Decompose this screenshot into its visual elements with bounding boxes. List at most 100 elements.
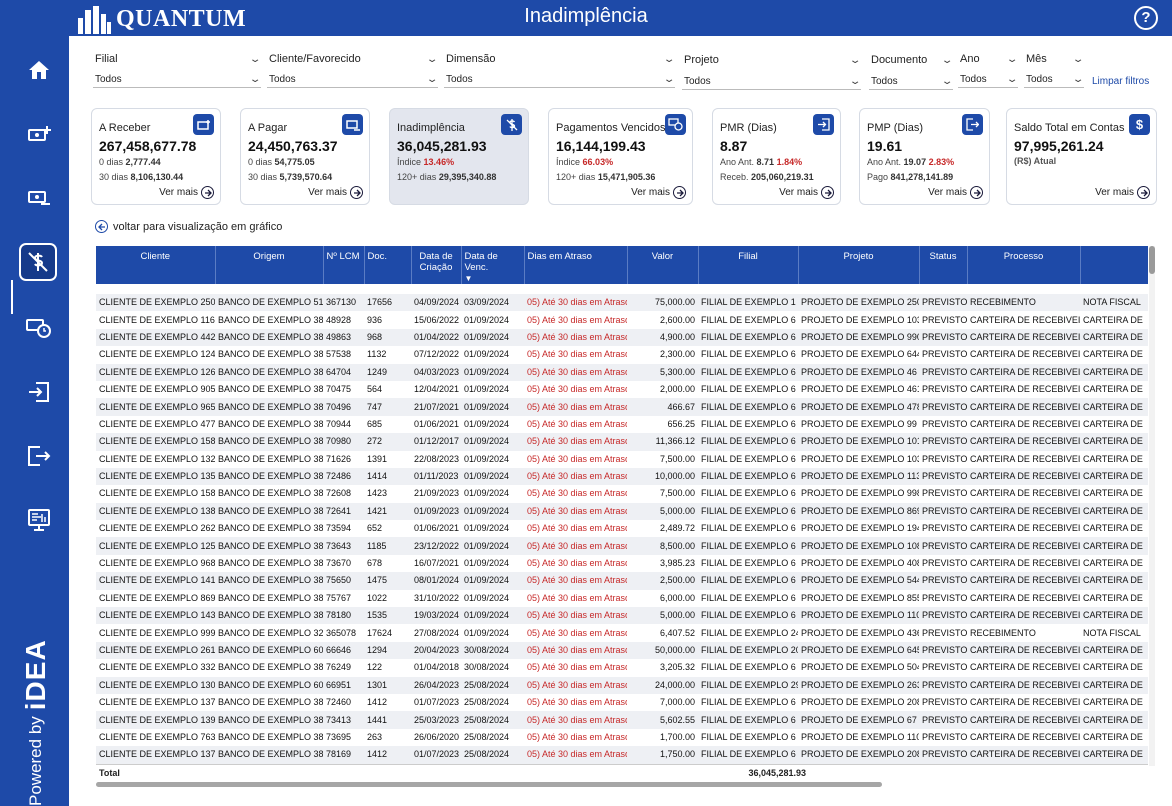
col-cliente[interactable]: Cliente [96, 246, 216, 284]
table-row[interactable]: CLIENTE DE EXEMPLO 1164 BANCO DE EXEMPLO … [96, 311, 1148, 329]
cell-doc: 272 [364, 433, 411, 451]
filter-filial-select[interactable]: Todos ⌄ [93, 71, 261, 88]
card-pagamentos-vencidos[interactable]: Pagamentos Vencidos 16,144,199.43 Índice… [548, 108, 693, 205]
filter-cliente-select[interactable]: Todos ⌄ [267, 71, 438, 88]
nav-default[interactable] [19, 243, 57, 281]
table-row[interactable]: CLIENTE DE EXEMPLO 968 BANCO DE EXEMPLO 3… [96, 554, 1148, 573]
see-more-link[interactable]: Ver mais [159, 186, 214, 199]
filter-documento-select[interactable]: Todos ⌄ [869, 73, 953, 90]
vertical-scrollbar[interactable] [1149, 246, 1155, 766]
card-detail-1: Ano Ant. 19.07 2.83% [867, 157, 955, 167]
card-pmp[interactable]: PMP (Dias) 19.61 Ano Ant. 19.07 2.83% Pa… [859, 108, 990, 205]
cell-processo: CARTEIRA DE RECEBIVEIS [967, 554, 1080, 573]
cell-doc: 564 [364, 380, 411, 399]
table-row[interactable]: CLIENTE DE EXEMPLO 869 BANCO DE EXEMPLO 3… [96, 589, 1148, 608]
col-lcm[interactable]: Nº LCM [323, 246, 365, 284]
clear-filters-link[interactable]: Limpar filtros [1092, 76, 1149, 87]
cell-processo: CARTEIRA DE RECEBIVEIS [967, 589, 1080, 608]
table-row[interactable]: CLIENTE DE EXEMPLO 1438 BANCO DE EXEMPLO … [96, 607, 1148, 625]
table-row[interactable]: CLIENTE DE EXEMPLO 477 BANCO DE EXEMPLO 3… [96, 415, 1148, 434]
card-receber[interactable]: A Receber 267,458,677.78 0 dias 2,777.44… [91, 108, 221, 205]
table-row[interactable]: CLIENTE DE EXEMPLO 158 BANCO DE EXEMPLO 3… [96, 485, 1148, 503]
nav-overdue-payments[interactable] [22, 311, 56, 345]
horizontal-scrollbar[interactable] [96, 782, 882, 787]
table-row[interactable]: CLIENTE DE EXEMPLO 261 BANCO DE EXEMPLO 6… [96, 641, 1148, 660]
cell-valor: 5,000.00 [627, 502, 698, 521]
help-button[interactable]: ? [1134, 6, 1158, 30]
col-projeto[interactable]: Projeto [798, 246, 920, 284]
table-row[interactable]: CLIENTE DE EXEMPLO 965 BANCO DE EXEMPLO 3… [96, 398, 1148, 416]
table-row[interactable]: CLIENTE DE EXEMPLO 1350 BANCO DE EXEMPLO … [96, 467, 1148, 486]
table-row[interactable]: CLIENTE DE EXEMPLO 250 BANCO DE EXEMPLO 5… [96, 294, 1148, 312]
filter-dimensao-select[interactable]: Todos ⌄ [444, 71, 675, 88]
table-row[interactable]: CLIENTE DE EXEMPLO 1376 BANCO DE EXEMPLO … [96, 746, 1148, 764]
table-row[interactable]: CLIENTE DE EXEMPLO 999 BANCO DE EXEMPLO 3… [96, 624, 1148, 642]
card-pagar[interactable]: A Pagar 24,450,763.37 0 dias 54,775.05 3… [240, 108, 370, 205]
cell-origem: BANCO DE EXEMPLO 38 [215, 572, 323, 590]
see-more-link[interactable]: Ver mais [308, 186, 363, 199]
nav-home[interactable] [22, 53, 56, 87]
cell-origem: BANCO DE EXEMPLO 38 [215, 450, 323, 468]
card-inadimplencia[interactable]: Inadimplência 36,045,281.93 Índice 13.46… [389, 108, 529, 205]
table-row[interactable]: CLIENTE DE EXEMPLO 1382 BANCO DE EXEMPLO … [96, 502, 1148, 521]
table-row[interactable]: CLIENTE DE EXEMPLO 262 BANCO DE EXEMPLO 3… [96, 520, 1148, 538]
col-origem[interactable]: Origem [215, 246, 324, 284]
see-more-link[interactable]: Ver mais [928, 186, 983, 199]
col-data-criacao[interactable]: Data de Criação [411, 246, 462, 284]
table-row[interactable]: CLIENTE DE EXEMPLO 1410 BANCO DE EXEMPLO … [96, 572, 1148, 590]
nav-pmr[interactable] [22, 375, 56, 409]
nav-pmp[interactable] [22, 439, 56, 473]
table-row[interactable]: CLIENTE DE EXEMPLO 1376 BANCO DE EXEMPLO … [96, 693, 1148, 712]
back-to-chart-link[interactable]: voltar para visualização em gráfico [95, 220, 282, 233]
col-valor[interactable]: Valor [627, 246, 699, 284]
chevron-down-icon[interactable]: ⌄ [941, 53, 954, 69]
arrow-right-icon [1137, 186, 1150, 199]
table-row[interactable]: CLIENTE DE EXEMPLO 158 BANCO DE EXEMPLO 3… [96, 433, 1148, 451]
chevron-down-icon[interactable]: ⌄ [426, 52, 439, 68]
card-detail-1: Ano Ant. 8.71 1.84% [720, 157, 803, 167]
table-row[interactable]: CLIENTE DE EXEMPLO 1391 BANCO DE EXEMPLO … [96, 711, 1148, 729]
cell-dias-atraso: 05) Até 30 dias em Atraso [524, 676, 627, 694]
chevron-down-icon[interactable]: ⌄ [1006, 52, 1019, 68]
table-row[interactable]: CLIENTE DE EXEMPLO 332 BANCO DE EXEMPLO 3… [96, 659, 1148, 677]
scroll-thumb[interactable] [1149, 246, 1155, 274]
cell-data-venc: 01/09/2024 [461, 607, 524, 625]
col-processo[interactable]: Processo [967, 246, 1081, 284]
nav-receivable[interactable] [22, 117, 56, 151]
cell-dias-atraso: 05) Até 30 dias em Atraso [524, 659, 627, 677]
see-more-link[interactable]: Ver mais [631, 186, 686, 199]
col-extra[interactable] [1080, 246, 1148, 284]
cell-lcm: 66646 [323, 641, 364, 660]
col-dias-atraso[interactable]: Dias em Atraso [524, 246, 628, 284]
card-saldo-total[interactable]: Saldo Total em Contas 97,995,261.24 (R$)… [1006, 108, 1157, 205]
cell-cliente: CLIENTE DE EXEMPLO 1329 [96, 450, 215, 468]
chevron-down-icon[interactable]: ⌄ [663, 52, 676, 68]
table-row[interactable]: CLIENTE DE EXEMPLO 442 BANCO DE EXEMPLO 3… [96, 328, 1148, 347]
table-row[interactable]: CLIENTE DE EXEMPLO 1329 BANCO DE EXEMPLO … [96, 450, 1148, 468]
nav-monitor[interactable] [22, 503, 56, 537]
see-more-link[interactable]: Ver mais [1095, 186, 1150, 199]
cell-filial: FILIAL DE EXEMPLO 6 [698, 450, 798, 468]
cell-filial: FILIAL DE EXEMPLO 6 [698, 659, 798, 677]
col-status[interactable]: Status [919, 246, 968, 284]
table-row[interactable]: CLIENTE DE EXEMPLO 1267 BANCO DE EXEMPLO … [96, 363, 1148, 381]
chevron-down-icon[interactable]: ⌄ [849, 53, 862, 69]
col-doc[interactable]: Doc. [364, 246, 412, 284]
filter-ano-select[interactable]: Todos ⌄ [958, 71, 1018, 88]
cell-projeto: PROJETO DE EXEMPLO 263 [798, 676, 919, 694]
filter-mes-select[interactable]: Todos ⌄ [1024, 71, 1084, 88]
nav-payable[interactable] [22, 181, 56, 215]
table-row[interactable]: CLIENTE DE EXEMPLO 1309 BANCO DE EXEMPLO … [96, 676, 1148, 694]
cell-cliente: CLIENTE DE EXEMPLO 477 [96, 415, 215, 434]
col-filial[interactable]: Filial [698, 246, 799, 284]
table-row[interactable]: CLIENTE DE EXEMPLO 1251 BANCO DE EXEMPLO … [96, 537, 1148, 555]
chevron-down-icon[interactable]: ⌄ [249, 52, 262, 68]
table-row[interactable]: CLIENTE DE EXEMPLO 1243 BANCO DE EXEMPLO … [96, 346, 1148, 364]
filter-projeto-select[interactable]: Todos ⌄ [682, 73, 861, 90]
see-more-link[interactable]: Ver mais [779, 186, 834, 199]
table-row[interactable]: CLIENTE DE EXEMPLO 905 BANCO DE EXEMPLO 3… [96, 380, 1148, 399]
col-data-venc[interactable]: Data de Venc. ▼ [461, 246, 525, 284]
table-row[interactable]: CLIENTE DE EXEMPLO 763 BANCO DE EXEMPLO 3… [96, 728, 1148, 747]
chevron-down-icon[interactable]: ⌄ [1072, 52, 1085, 68]
card-pmr[interactable]: PMR (Dias) 8.87 Ano Ant. 8.71 1.84% Rece… [712, 108, 841, 205]
